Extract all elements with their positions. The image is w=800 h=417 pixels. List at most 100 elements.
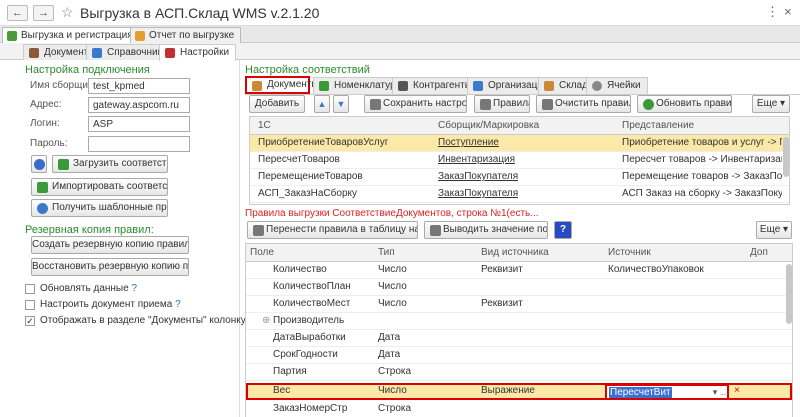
col-collector: Сборщик/Маркировка [438, 120, 540, 131]
cells-icon [592, 81, 602, 91]
update-data-label: Обновлять данные ? [40, 283, 138, 294]
cell-field: Производитель [273, 315, 345, 326]
refresh-icon [643, 99, 654, 110]
table-row[interactable]: ⊕ Производитель [246, 313, 792, 330]
expand-icon[interactable]: ⊕ [262, 315, 270, 326]
close-icon[interactable]: × [784, 4, 792, 19]
add-button[interactable]: Добавить [249, 95, 305, 113]
broom-icon [542, 99, 553, 110]
table-row[interactable]: ПересчетТоваров Инвентаризация Пересчет … [250, 152, 789, 169]
globe-icon [37, 203, 48, 214]
table-row[interactable]: КоличествоПлан Число [246, 279, 792, 296]
login-field[interactable]: ASP [88, 116, 190, 132]
table-row[interactable]: АСП_ЗаказНаСборку ЗаказПокупателя АСП За… [250, 186, 789, 203]
table-row[interactable]: ПриобретениеТоваровУслуг Поступление При… [250, 135, 789, 152]
create-backup-button[interactable]: Создать резервную копию правил [31, 236, 189, 254]
book-icon [92, 48, 102, 58]
nomenclature-icon [319, 81, 329, 91]
tab-mapping-documents[interactable]: Документы [245, 76, 319, 94]
refresh-rules-button[interactable]: Обновить правила [637, 95, 732, 113]
back-button[interactable]: ← [7, 5, 28, 21]
collector-field[interactable]: test_kpmed [88, 78, 190, 94]
address-label: Адрес: [30, 99, 62, 110]
cell-type: Число [378, 281, 407, 292]
password-field[interactable] [88, 136, 190, 152]
cell-collector[interactable]: ЗаказПокупателя [438, 171, 518, 182]
table-row[interactable]: Количество Число Реквизит КоличествоУпак… [246, 262, 792, 279]
cell-field: ЗаказНомерСтр [273, 403, 348, 414]
forward-button[interactable]: → [33, 5, 54, 21]
tab-settings[interactable]: Настройки [159, 44, 237, 61]
clear-icon[interactable]: × [734, 385, 740, 396]
button-label: Выводить значение полей [443, 224, 548, 235]
show-assembly-checkbox[interactable]: ✓ [25, 316, 35, 326]
table-row[interactable]: КоличествоМест Число Реквизит [246, 296, 792, 313]
warehouse-icon [544, 81, 554, 91]
show-values-button[interactable]: Выводить значение полей [424, 221, 548, 239]
title-bar: ← → ☆ Выгрузка в АСП.Склад WMS v.2.1.20 … [0, 0, 800, 26]
table-row[interactable]: ДатаВыработки Дата [246, 330, 792, 347]
button-label: Еще [759, 224, 781, 235]
save-settings-button[interactable]: Сохранить настройки [364, 95, 467, 113]
table-row[interactable]: Партия Строка [246, 364, 792, 381]
rules-note: Правила выгрузки СоответствиеДокументов,… [245, 208, 539, 219]
cell-presentation: Приобретение товаров и услуг -> Пост... [622, 137, 782, 148]
update-data-checkbox[interactable] [25, 284, 35, 294]
help-button[interactable]: ? [554, 221, 572, 239]
table-row[interactable]: ЗаказНомерСтр Строка [246, 401, 792, 417]
col-source-kind: Вид источника [481, 247, 549, 258]
table-row[interactable]: СрокГодности Дата [246, 347, 792, 364]
tab-export-report[interactable]: Отчет по выгрузке [130, 27, 242, 43]
cell-type: Число [378, 298, 407, 309]
dropdown-icon[interactable]: ▾ [710, 387, 720, 398]
transfer-rules-button[interactable]: Перенести правила в таблицу настроек [247, 221, 418, 239]
mapping-scrollbar[interactable] [783, 137, 789, 177]
tab-label: Документы [267, 79, 319, 90]
col-field: Поле [250, 247, 274, 258]
table-row[interactable]: ПеремещениеТоваров ЗаказПокупателя Перем… [250, 169, 789, 186]
clear-rules-button[interactable]: Очистить правила [536, 95, 631, 113]
button-label: Еще [756, 98, 778, 109]
cell-type: Дата [378, 349, 401, 360]
arrow-icon [58, 159, 69, 170]
button-label: Правила [493, 98, 530, 109]
tab-label: Настройки [180, 47, 230, 58]
favorite-star-icon[interactable]: ☆ [61, 4, 74, 21]
cell-collector[interactable]: Инвентаризация [438, 154, 515, 165]
tab-label: Отчет по выгрузке [149, 30, 235, 41]
cell-collector[interactable]: ЗаказПокупателя [438, 188, 518, 199]
cell-field: Количество [273, 264, 327, 275]
more-actions-button[interactable]: Еще ▾ [752, 95, 790, 113]
button-label: Сохранить настройки [383, 98, 467, 109]
more-icon[interactable]: ⋮ [766, 4, 779, 20]
cell-field: СрокГодности [273, 349, 338, 360]
cell-source-kind: Выражение [481, 385, 535, 396]
rules-more-button[interactable]: Еще ▾ [756, 221, 792, 239]
move-down-button[interactable]: ▼ [333, 95, 349, 113]
restore-backup-button[interactable]: Восстановить резервную копию пра... [31, 258, 189, 276]
address-field[interactable]: gateway.aspcom.ru [88, 97, 190, 113]
import-mappings-button[interactable]: Импортировать соответствия [31, 178, 168, 196]
rules-scrollbar[interactable] [786, 264, 792, 324]
col-presentation: Представление [622, 120, 695, 131]
get-templates-button[interactable]: Получить шаблонные прав... [31, 199, 168, 217]
cell-collector[interactable]: Поступление [438, 137, 499, 148]
ellipsis-icon[interactable]: … [720, 387, 730, 398]
cell-field: КоличествоМест [273, 298, 351, 309]
cell-1c: ПересчетТоваров [258, 154, 340, 165]
tab-mapping-cells[interactable]: Ячейки [586, 77, 648, 94]
move-up-button[interactable]: ▲ [314, 95, 330, 113]
cell-presentation: Пересчет товаров -> Инвентаризация [622, 154, 782, 165]
load-mappings-button[interactable]: Загрузить соответствия [52, 155, 168, 173]
button-label: Получить шаблонные прав... [52, 202, 167, 213]
source-editor-field[interactable]: ПересчетВит ▾ … [605, 384, 730, 400]
cell-source: КоличествоУпаковок [608, 264, 704, 275]
rules-table-header: Поле Тип Вид источника Источник Доп [246, 244, 792, 262]
tab-mapping-contractors[interactable]: Контрагенты [392, 77, 479, 94]
rules-button[interactable]: Правила [474, 95, 530, 113]
settings-gear-button[interactable] [31, 155, 47, 173]
tab-label: Склад [559, 80, 588, 91]
tab-label: Выгрузка и регистрация [21, 30, 133, 41]
tab-export-registration[interactable]: Выгрузка и регистрация [2, 27, 140, 44]
receipt-doc-checkbox[interactable] [25, 300, 35, 310]
